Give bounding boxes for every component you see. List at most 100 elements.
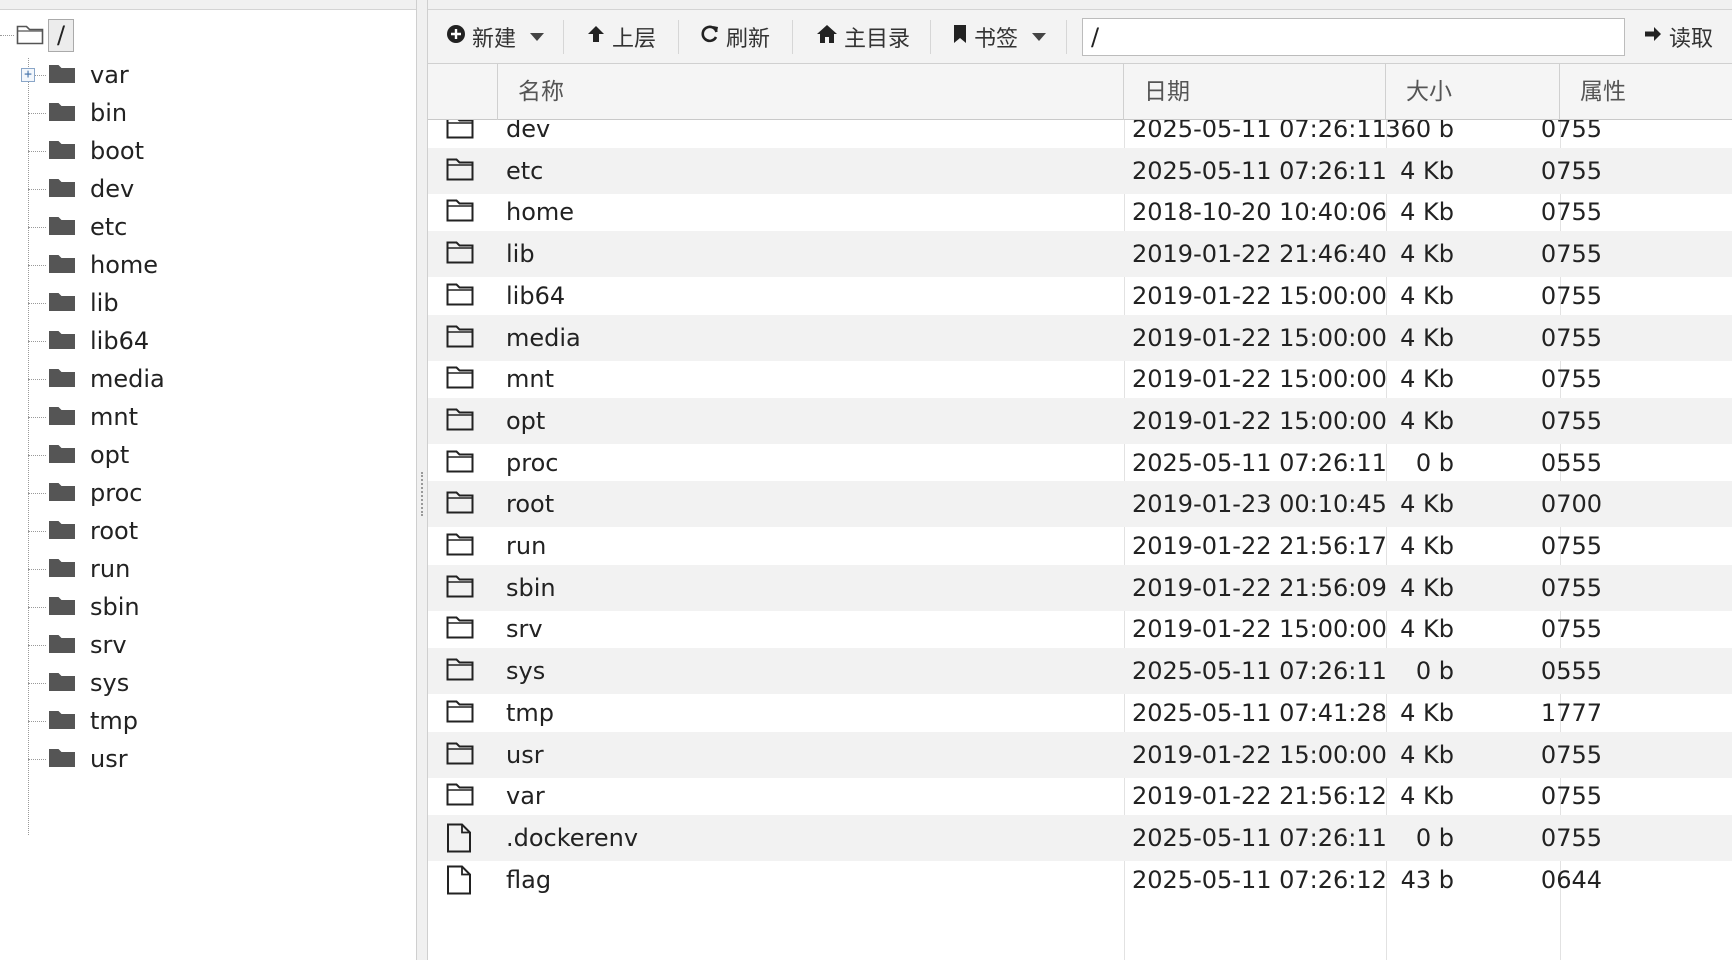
column-header-size[interactable]: 大小: [1386, 64, 1560, 120]
up-level-button[interactable]: 上层: [586, 16, 656, 58]
file-permissions[interactable]: 0755: [1508, 315, 1602, 361]
table-row[interactable]: var 2019-01-22 21:56:12 4 Kb 0755: [428, 773, 1732, 819]
tree-item-etc[interactable]: etc: [28, 207, 408, 247]
tree-item-boot[interactable]: boot: [28, 131, 408, 171]
file-name[interactable]: opt: [506, 398, 545, 444]
folder-outline-icon: [446, 781, 474, 811]
tree-item-media[interactable]: media: [28, 359, 408, 399]
table-row[interactable]: proc 2025-05-11 07:26:11 0 b 0555: [428, 440, 1732, 486]
panel-splitter[interactable]: [416, 0, 428, 960]
new-button[interactable]: 新建: [446, 16, 545, 58]
table-row[interactable]: lib 2019-01-22 21:46:40 4 Kb 0755: [428, 231, 1732, 278]
file-permissions[interactable]: 0644: [1508, 857, 1602, 903]
tree-item-label: bin: [90, 99, 128, 127]
file-name[interactable]: sys: [506, 648, 545, 694]
table-row[interactable]: etc 2025-05-11 07:26:11 4 Kb 0755: [428, 147, 1732, 194]
file-name[interactable]: lib: [506, 231, 535, 277]
tree-root-label[interactable]: /: [48, 19, 75, 52]
file-permissions[interactable]: 0755: [1508, 189, 1602, 235]
file-name[interactable]: run: [506, 523, 546, 569]
tree-item-label: dev: [90, 175, 135, 203]
file-outline-icon: [446, 823, 472, 857]
table-row[interactable]: root 2019-01-23 00:10:45 4 Kb 0700: [428, 481, 1732, 528]
tree-item-lib[interactable]: lib: [28, 283, 408, 323]
file-permissions[interactable]: 0755: [1508, 273, 1602, 319]
tree-item-home[interactable]: home: [28, 245, 408, 285]
file-size: 4 Kb: [1400, 573, 1454, 602]
file-permissions[interactable]: 0755: [1508, 565, 1602, 611]
file-name[interactable]: .dockerenv: [506, 815, 638, 861]
splitter-grip[interactable]: [421, 472, 423, 516]
file-name[interactable]: usr: [506, 732, 544, 778]
tree-item-run[interactable]: run: [28, 549, 408, 589]
table-row[interactable]: home 2018-10-20 10:40:06 4 Kb 0755: [428, 189, 1732, 235]
tree-item-usr[interactable]: usr: [28, 739, 408, 779]
tree-item-sys[interactable]: sys: [28, 663, 408, 703]
folder-outline-icon: [446, 573, 474, 603]
file-name[interactable]: media: [506, 315, 581, 361]
plus-expander-icon[interactable]: +: [21, 68, 35, 82]
tree-item-tmp[interactable]: tmp: [28, 701, 408, 741]
tree-item-opt[interactable]: opt: [28, 435, 408, 475]
file-name[interactable]: proc: [506, 440, 558, 486]
file-name[interactable]: sbin: [506, 565, 556, 611]
main-panel-header-strip: [428, 0, 1732, 10]
file-name[interactable]: mnt: [506, 356, 554, 402]
tree-item-var[interactable]: + var: [21, 55, 408, 95]
table-row[interactable]: lib64 2019-01-22 15:00:00 4 Kb 0755: [428, 273, 1732, 319]
tree-item-dev[interactable]: dev: [28, 169, 408, 209]
file-permissions[interactable]: 1777: [1508, 690, 1602, 736]
file-permissions[interactable]: 0755: [1508, 773, 1602, 819]
file-permissions[interactable]: 0555: [1508, 648, 1602, 694]
tree-item-mnt[interactable]: mnt: [28, 397, 408, 437]
table-row[interactable]: tmp 2025-05-11 07:41:28 4 Kb 1777: [428, 690, 1732, 736]
tree-item-label: run: [90, 555, 131, 583]
tree-item-root[interactable]: root: [28, 511, 408, 551]
table-row[interactable]: mnt 2019-01-22 15:00:00 4 Kb 0755: [428, 356, 1732, 402]
file-permissions[interactable]: 0555: [1508, 440, 1602, 486]
home-directory-button[interactable]: 主目录: [816, 16, 910, 58]
file-permissions[interactable]: 0755: [1508, 356, 1602, 402]
table-row[interactable]: flag 2025-05-11 07:26:12 43 b 0644: [428, 857, 1732, 903]
column-header-date[interactable]: 日期: [1124, 64, 1386, 120]
tree-item-label: srv: [90, 631, 127, 659]
table-row[interactable]: opt 2019-01-22 15:00:00 4 Kb 0755: [428, 397, 1732, 444]
file-permissions[interactable]: 0755: [1508, 606, 1602, 652]
tree-item-bin[interactable]: bin: [28, 93, 408, 133]
file-name[interactable]: srv: [506, 606, 543, 652]
read-button[interactable]: 读取: [1643, 16, 1713, 58]
file-name[interactable]: etc: [506, 148, 543, 194]
tree-item-lib64[interactable]: lib64: [28, 321, 408, 361]
arrow-right-icon: [1643, 24, 1669, 50]
bookmark-button[interactable]: 书签: [952, 16, 1047, 58]
file-permissions[interactable]: 0755: [1508, 231, 1602, 277]
table-row[interactable]: usr 2019-01-22 15:00:00 4 Kb 0755: [428, 731, 1732, 778]
tree-item-proc[interactable]: proc: [28, 473, 408, 513]
table-row[interactable]: sbin 2019-01-22 21:56:09 4 Kb 0755: [428, 564, 1732, 611]
column-header-name[interactable]: 名称: [498, 64, 1124, 120]
file-name[interactable]: flag: [506, 857, 551, 903]
new-button-label: 新建: [472, 27, 517, 52]
file-name[interactable]: home: [506, 189, 574, 235]
tree-item-srv[interactable]: srv: [28, 625, 408, 665]
file-permissions[interactable]: 0755: [1508, 148, 1602, 194]
path-input[interactable]: [1082, 18, 1625, 56]
file-name[interactable]: root: [506, 481, 554, 527]
file-permissions[interactable]: 0755: [1508, 815, 1602, 861]
refresh-button[interactable]: 刷新: [700, 16, 770, 58]
table-row[interactable]: srv 2019-01-22 15:00:00 4 Kb 0755: [428, 606, 1732, 652]
file-name[interactable]: tmp: [506, 690, 554, 736]
table-row[interactable]: media 2019-01-22 15:00:00 4 Kb 0755: [428, 314, 1732, 361]
file-permissions[interactable]: 0755: [1508, 398, 1602, 444]
table-row[interactable]: sys 2025-05-11 07:26:11 0 b 0555: [428, 648, 1732, 695]
tree-item-sbin[interactable]: sbin: [28, 587, 408, 627]
file-permissions[interactable]: 0700: [1508, 481, 1602, 527]
file-name[interactable]: lib64: [506, 273, 565, 319]
file-permissions[interactable]: 0755: [1508, 732, 1602, 778]
table-row[interactable]: run 2019-01-22 21:56:17 4 Kb 0755: [428, 523, 1732, 569]
file-permissions[interactable]: 0755: [1508, 523, 1602, 569]
table-row[interactable]: .dockerenv 2025-05-11 07:26:11 0 b 0755: [428, 814, 1732, 861]
file-name[interactable]: var: [506, 773, 545, 819]
column-header-attr[interactable]: 属性: [1560, 64, 1732, 120]
chevron-down-icon: [530, 33, 545, 41]
